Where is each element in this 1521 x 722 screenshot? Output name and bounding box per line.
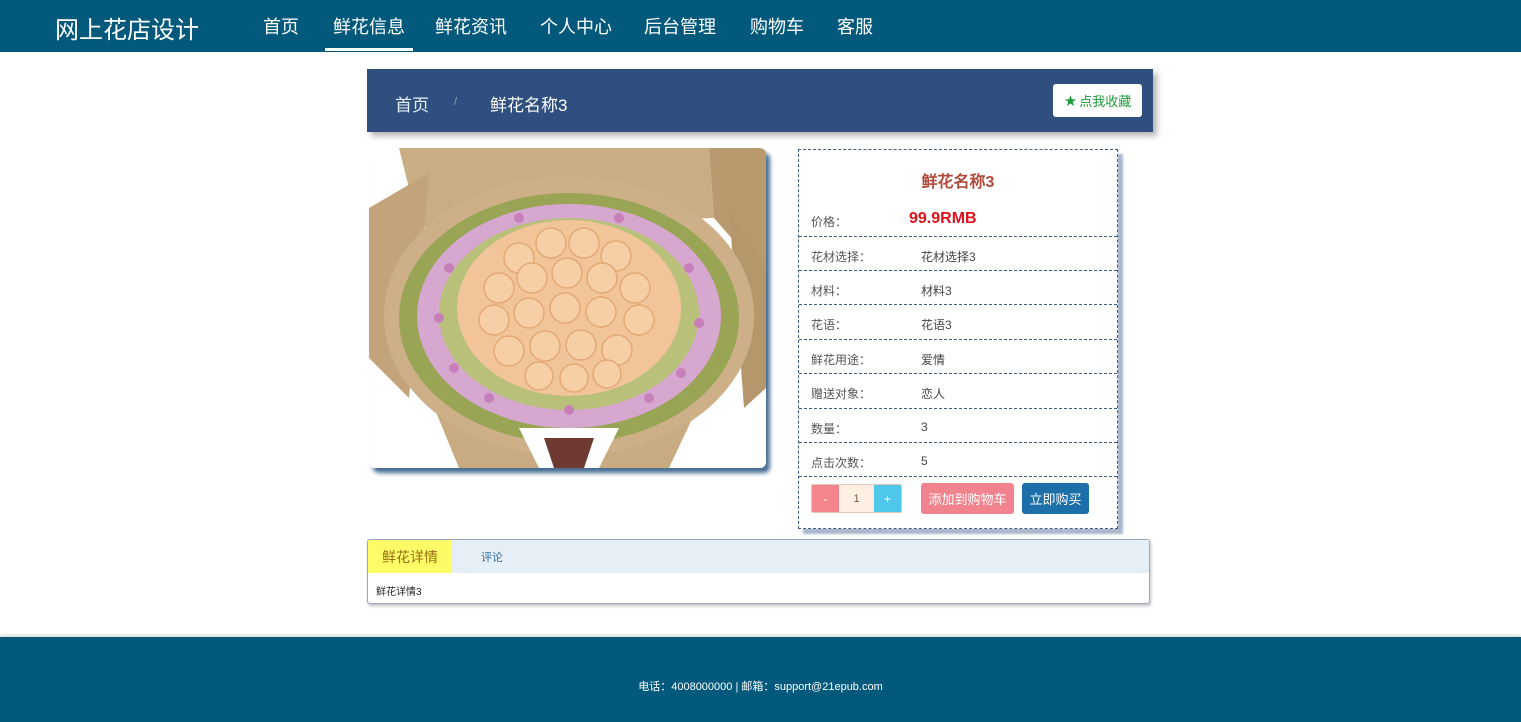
info-row-key: 鲜花用途： xyxy=(811,353,872,367)
breadcrumb-current: 鲜花名称3 xyxy=(490,96,568,115)
tab-flower-detail[interactable]: 鲜花详情 xyxy=(368,540,452,573)
detail-tabs: 鲜花详情 评论 鲜花详情3 xyxy=(367,539,1150,604)
info-row-value: 恋人 xyxy=(921,387,946,401)
top-navbar: 网上花店设计 首页 鲜花信息 鲜花资讯 个人中心 后台管理 购物车 客服 xyxy=(0,0,1521,52)
info-row-key: 花材选择： xyxy=(811,250,872,264)
info-row-value: 3 xyxy=(921,420,928,434)
product-title: 鲜花名称3 xyxy=(921,174,995,191)
quantity-decrease-button[interactable]: - xyxy=(812,485,839,512)
info-row-key: 数量： xyxy=(811,422,848,436)
product-info-panel: 鲜花名称3 价格： 99.9RMB 花材选择： 花材选择3 材料： 材料3 花语… xyxy=(798,149,1118,529)
info-row-usage: 鲜花用途： 爱情 xyxy=(799,339,1117,373)
favorite-button-label: 点我收藏 xyxy=(1079,94,1132,109)
info-row-key: 材料： xyxy=(811,284,848,298)
site-brand[interactable]: 网上花店设计 xyxy=(55,10,199,45)
footer: 电话：4008000000 | 邮箱：support@21epub.com xyxy=(0,637,1521,722)
info-row-recipient: 赠送对象： 恋人 xyxy=(799,373,1117,407)
flower-bouquet-image xyxy=(369,148,766,468)
nav-item-home[interactable]: 首页 xyxy=(263,13,299,39)
breadcrumb-separator: / xyxy=(454,96,458,108)
info-row-quantity: 数量： 3 xyxy=(799,408,1117,442)
nav-item-service[interactable]: 客服 xyxy=(837,13,873,39)
info-row-value: 花材选择3 xyxy=(921,250,976,264)
tab-comments[interactable]: 评论 xyxy=(481,549,503,565)
nav-item-flower-info[interactable]: 鲜花信息 xyxy=(325,13,413,51)
breadcrumb: 首页 / 鲜花名称3 ★ 点我收藏 xyxy=(367,69,1153,132)
quantity-increase-button[interactable]: + xyxy=(874,485,901,512)
favorite-button[interactable]: ★ 点我收藏 xyxy=(1053,84,1142,117)
info-row-click-count: 点击次数： 5 xyxy=(799,442,1117,476)
info-row-material-choice: 花材选择： 花材选择3 xyxy=(799,236,1117,270)
info-row-value: 5 xyxy=(921,454,928,468)
info-row-divider xyxy=(799,476,1117,477)
price-label: 价格： xyxy=(811,215,848,229)
nav-item-cart[interactable]: 购物车 xyxy=(750,13,804,39)
star-icon: ★ xyxy=(1063,92,1078,110)
price-value: 99.9RMB xyxy=(909,210,977,227)
info-row-value: 花语3 xyxy=(921,318,952,332)
info-row-material: 材料： 材料3 xyxy=(799,270,1117,304)
tabs-header: 鲜花详情 评论 xyxy=(368,540,1149,573)
info-row-key: 点击次数： xyxy=(811,456,872,470)
buy-now-button[interactable]: 立即购买 xyxy=(1022,483,1089,514)
info-row-value: 爱情 xyxy=(921,353,946,367)
quantity-stepper: - 1 + xyxy=(811,484,902,513)
nav-item-admin[interactable]: 后台管理 xyxy=(644,13,716,39)
nav-item-flower-news[interactable]: 鲜花资讯 xyxy=(435,13,507,39)
info-row-key: 花语： xyxy=(811,318,848,332)
info-row-key: 赠送对象： xyxy=(811,387,872,401)
quantity-input[interactable]: 1 xyxy=(839,485,874,512)
add-to-cart-button[interactable]: 添加到购物车 xyxy=(921,483,1014,514)
nav-item-personal-center[interactable]: 个人中心 xyxy=(540,13,612,39)
footer-contact: 电话：4008000000 | 邮箱：support@21epub.com xyxy=(638,681,883,693)
info-row-value: 材料3 xyxy=(921,284,952,298)
breadcrumb-home-link[interactable]: 首页 xyxy=(395,91,429,116)
info-row-flower-language: 花语： 花语3 xyxy=(799,304,1117,338)
tab-content: 鲜花详情3 xyxy=(376,587,422,598)
